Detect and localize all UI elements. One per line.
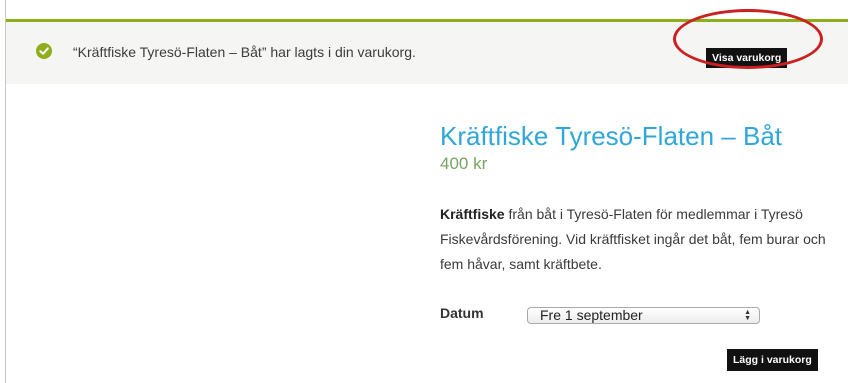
date-select[interactable]: Fre 1 september ▲ ▼ [527, 307, 760, 324]
product-title: Kräftfiske Tyresö-Flaten – Båt [440, 121, 782, 151]
add-to-cart-button[interactable]: Lägg i varukorg [727, 349, 818, 371]
check-circle-icon [36, 43, 52, 59]
cart-notice-banner: “Kräftfiske Tyresö-Flaten – Båt” har lag… [6, 19, 848, 84]
cart-notice-message: “Kräftfiske Tyresö-Flaten – Båt” har lag… [73, 44, 416, 60]
select-arrows-icon: ▲ ▼ [744, 308, 751, 322]
date-label: Datum [440, 305, 484, 321]
date-select-value: Fre 1 september [540, 307, 643, 323]
product-price: 400 kr [440, 154, 488, 173]
product-description: Kräftfiske från båt i Tyresö-Flaten för … [440, 202, 840, 277]
product-description-bold: Kräftfiske [440, 206, 505, 222]
view-cart-button[interactable]: Visa varukorg [706, 48, 788, 68]
